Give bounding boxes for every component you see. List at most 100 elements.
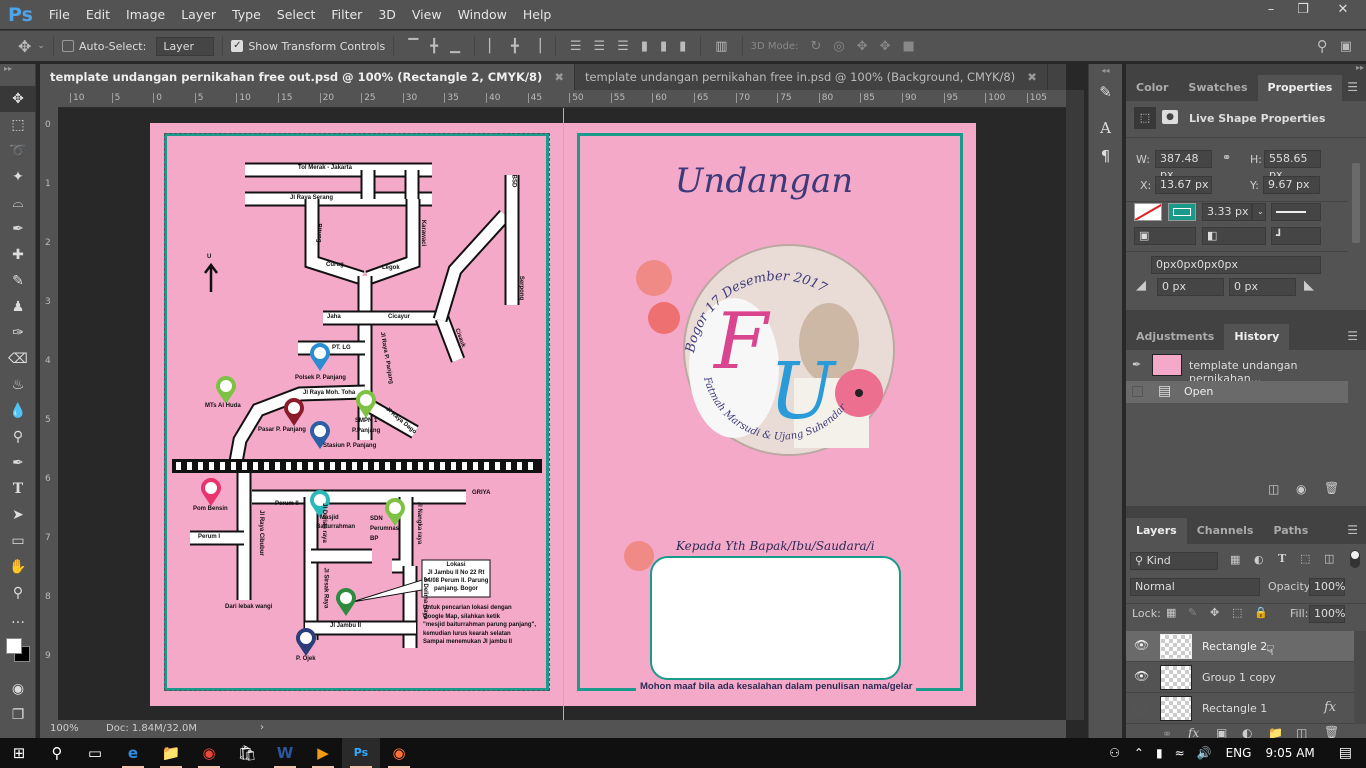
- menu-type[interactable]: Type: [232, 7, 261, 22]
- history-item-open[interactable]: ▤ Open: [1126, 381, 1348, 403]
- stroke-width-field[interactable]: 3.33 px: [1202, 203, 1252, 221]
- people-icon[interactable]: ⚇: [1109, 746, 1120, 760]
- panel-menu-icon[interactable]: ☰: [1347, 80, 1358, 94]
- history-brush-source-icon[interactable]: ✒: [1132, 358, 1141, 371]
- menu-help[interactable]: Help: [523, 7, 552, 22]
- opacity-field[interactable]: 100%: [1309, 578, 1345, 596]
- distribute-bottom-icon[interactable]: ☰: [617, 39, 629, 54]
- distribute-hcenter-icon[interactable]: ▮: [660, 39, 667, 54]
- distribute-vcenter-icon[interactable]: ☰: [594, 39, 606, 54]
- windows-start-icon[interactable]: ⊞: [0, 738, 38, 768]
- lock-pixels-icon[interactable]: ✎: [1188, 606, 1197, 619]
- vertical-scrollbar[interactable]: [1066, 90, 1084, 720]
- search-icon[interactable]: ⚲: [38, 738, 76, 768]
- character-styles-icon[interactable]: ✎: [1089, 78, 1122, 106]
- show-hidden-icons[interactable]: ⌃: [1134, 746, 1144, 760]
- stamp-tool-icon[interactable]: ♟: [0, 294, 36, 320]
- link-icon[interactable]: ⚭: [1222, 151, 1231, 164]
- visibility-toggle[interactable]: [1134, 701, 1146, 713]
- distribute-left-icon[interactable]: ▮: [641, 39, 648, 54]
- pen-tool-icon[interactable]: ✒: [0, 450, 36, 476]
- document[interactable]: Tol Merak - Jakarta Jl Raya Serang Bitung K…: [150, 108, 976, 720]
- layer-rectangle-1[interactable]: Rectangle 1 fx: [1126, 693, 1354, 724]
- layer-filter-dropdown[interactable]: ⚲ Kind: [1130, 552, 1218, 570]
- layer-name[interactable]: Group 1 copy: [1202, 671, 1276, 684]
- auto-align-icon[interactable]: ▥: [715, 39, 727, 54]
- trash-icon[interactable]: 🗑: [1324, 725, 1339, 739]
- filter-type-icon[interactable]: T: [1278, 552, 1286, 565]
- eye-icon[interactable]: 👁: [1134, 638, 1149, 652]
- panel-menu-icon[interactable]: ☰: [1347, 523, 1358, 537]
- align-bottom-icon[interactable]: ▁: [450, 39, 460, 54]
- volume-icon[interactable]: 🔊: [1197, 746, 1212, 760]
- quick-select-tool-icon[interactable]: ✦: [0, 164, 36, 190]
- menu-view[interactable]: View: [412, 7, 442, 22]
- ruler-origin[interactable]: [40, 90, 58, 108]
- height-field[interactable]: 558.65 px: [1264, 150, 1321, 181]
- filter-shape-icon[interactable]: ⬚: [1300, 552, 1310, 565]
- align-right-icon[interactable]: ▕: [531, 39, 541, 54]
- status-menu-arrow[interactable]: ›: [260, 722, 264, 733]
- tab-paths[interactable]: Paths: [1263, 518, 1318, 544]
- fill-none-swatch[interactable]: [1134, 203, 1162, 221]
- 3d-roll-icon[interactable]: ◎: [833, 39, 844, 54]
- dodge-tool-icon[interactable]: ⚲: [0, 424, 36, 450]
- stroke-color-swatch[interactable]: [1168, 203, 1196, 221]
- align-top-icon[interactable]: ▔: [408, 39, 418, 54]
- wifi-icon[interactable]: ≈: [1175, 746, 1185, 760]
- 3d-slide-icon[interactable]: ✥: [880, 39, 891, 54]
- move-tool-icon[interactable]: ✥: [18, 37, 31, 56]
- tab-in-psd[interactable]: template undangan pernikahan free in.psd…: [575, 64, 1048, 90]
- layer-rectangle-2[interactable]: 👁 Rectangle 2 ☟: [1126, 631, 1354, 662]
- distribute-right-icon[interactable]: ▮: [679, 39, 686, 54]
- canvas-area[interactable]: Tol Merak - Jakarta Jl Raya Serang Bitung K…: [58, 108, 1066, 720]
- filter-pixel-icon[interactable]: ▦: [1230, 553, 1240, 566]
- zoom-level[interactable]: 100%: [50, 723, 79, 734]
- shape-bounds-icon[interactable]: ⬚: [1134, 107, 1156, 129]
- close-tab-icon[interactable]: ✖: [1027, 70, 1037, 84]
- word-icon[interactable]: W: [266, 738, 304, 768]
- 3d-drag-icon[interactable]: ✥: [857, 39, 868, 54]
- type-tool-icon[interactable]: T: [0, 476, 36, 502]
- media-player-icon[interactable]: ▶: [304, 738, 342, 768]
- lock-position-icon[interactable]: ✥: [1210, 606, 1219, 619]
- y-field[interactable]: 9.67 px: [1263, 176, 1320, 194]
- photoshop-icon[interactable]: Ps: [342, 738, 380, 768]
- quick-mask-icon[interactable]: ◉: [0, 676, 36, 702]
- menu-3d[interactable]: 3D: [378, 7, 396, 22]
- ruler-vertical[interactable]: 0 1 2 3 4 5 6 7 8 9: [40, 108, 58, 720]
- layer-select-dropdown[interactable]: Layer: [156, 36, 215, 56]
- tab-out-psd[interactable]: template undangan pernikahan free out.ps…: [40, 64, 575, 90]
- layer-effects-icon[interactable]: fx: [1324, 700, 1336, 715]
- menu-layer[interactable]: Layer: [181, 7, 216, 22]
- filter-smart-object-icon[interactable]: ◫: [1324, 552, 1334, 565]
- path-select-tool-icon[interactable]: ➤: [0, 502, 36, 528]
- edge-icon[interactable]: e: [114, 738, 152, 768]
- new-document-from-state-icon[interactable]: ◫: [1268, 482, 1279, 496]
- close-button[interactable]: ✕: [1320, 0, 1366, 22]
- workspace-icon[interactable]: ▣: [1340, 39, 1352, 54]
- brush-tool-icon[interactable]: ✎: [0, 268, 36, 294]
- menu-edit[interactable]: Edit: [86, 7, 110, 22]
- hand-tool-icon[interactable]: ✋: [0, 554, 36, 580]
- x-field[interactable]: 13.67 px: [1155, 176, 1212, 194]
- tab-swatches[interactable]: Swatches: [1178, 75, 1257, 101]
- lock-artboard-icon[interactable]: ⬚: [1232, 606, 1242, 619]
- color-swatches[interactable]: [0, 632, 35, 676]
- stroke-align-dropdown[interactable]: ▣: [1134, 227, 1196, 245]
- properties-scrollbar[interactable]: [1352, 163, 1360, 243]
- file-explorer-icon[interactable]: 📁: [152, 738, 190, 768]
- corner-topleft-field[interactable]: 0 px: [1157, 278, 1224, 296]
- layer-name[interactable]: Rectangle 1: [1202, 702, 1267, 715]
- battery-icon[interactable]: ▮: [1156, 746, 1163, 760]
- collapse-icon[interactable]: ▸▸: [0, 64, 35, 86]
- distribute-top-icon[interactable]: ☰: [570, 39, 582, 54]
- character-icon[interactable]: A: [1089, 114, 1122, 142]
- paragraph-icon[interactable]: ¶: [1089, 142, 1122, 170]
- crop-tool-icon[interactable]: ⌓: [0, 190, 36, 216]
- eye-icon[interactable]: 👁: [1134, 669, 1149, 683]
- mask-icon[interactable]: ●: [1162, 110, 1178, 124]
- tab-channels[interactable]: Channels: [1187, 518, 1264, 544]
- zoom-tool-icon[interactable]: ⚲: [0, 580, 36, 606]
- trash-icon[interactable]: 🗑: [1324, 481, 1339, 495]
